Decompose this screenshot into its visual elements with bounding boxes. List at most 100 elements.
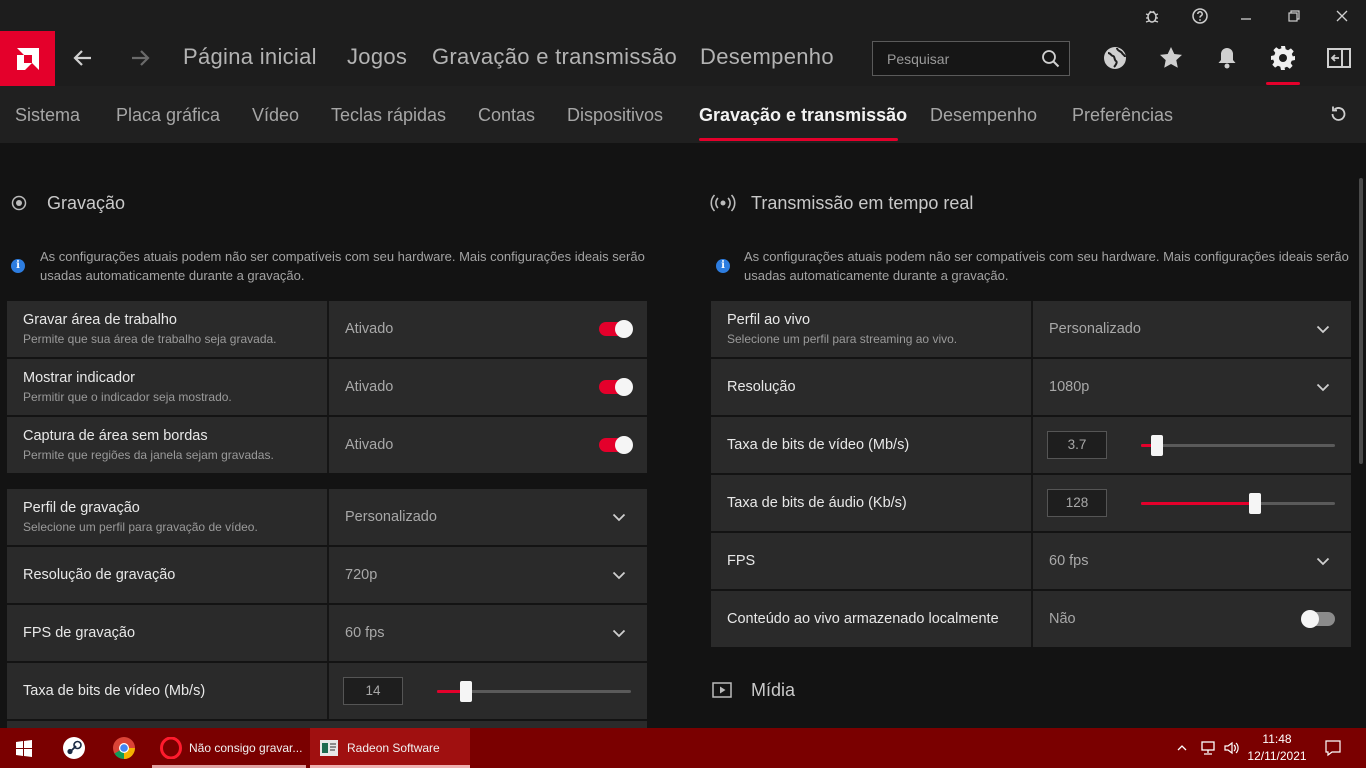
nav-home[interactable]: Página inicial xyxy=(183,44,317,70)
row-divider xyxy=(1031,475,1033,531)
search-input[interactable] xyxy=(873,42,1033,75)
chevron-down-icon[interactable] xyxy=(611,567,627,583)
setting-description: Permite que sua área de trabalho seja gr… xyxy=(23,332,277,346)
setting-value[interactable]: Personalizado xyxy=(1049,301,1141,357)
tab-performance[interactable]: Desempenho xyxy=(930,105,1037,126)
setting-description: Selecione um perfil para gravação de víd… xyxy=(23,520,258,534)
scrollbar[interactable] xyxy=(1359,178,1363,464)
slider-thumb[interactable] xyxy=(460,681,473,702)
volume-icon[interactable] xyxy=(1220,728,1244,768)
close-icon[interactable] xyxy=(1330,4,1354,28)
setting-label-group: Resolução xyxy=(727,359,1027,415)
row-divider xyxy=(327,489,329,545)
minimize-icon[interactable] xyxy=(1234,4,1258,28)
setting-label-group: FPS de gravação xyxy=(23,605,323,661)
tab-hotkeys[interactable]: Teclas rápidas xyxy=(331,105,446,126)
setting-label-group: Mostrar indicador Permitir que o indicado… xyxy=(23,359,323,415)
setting-label-group: Taxa de bits de áudio (Kb/s) xyxy=(727,475,1027,531)
setting-label: Gravar área de trabalho xyxy=(23,312,177,328)
opera-icon xyxy=(160,737,182,759)
nav-games[interactable]: Jogos xyxy=(347,44,407,70)
bell-icon[interactable] xyxy=(1213,44,1241,72)
settings-active-indicator xyxy=(1266,82,1300,85)
windows-start-icon[interactable] xyxy=(0,728,48,768)
taskbar-app-label: Radeon Software xyxy=(347,741,440,755)
sidebar-toggle-icon[interactable] xyxy=(1325,44,1353,72)
value-input[interactable]: 3.7 xyxy=(1047,431,1107,459)
setting-row: Gravar área de trabalho Permite que sua á… xyxy=(7,301,647,357)
notifications-icon[interactable] xyxy=(1318,728,1348,768)
taskbar-app-opera[interactable]: Não consigo gravar... xyxy=(152,728,306,768)
bug-report-icon[interactable] xyxy=(1140,4,1164,28)
settings-tabs: Sistema Placa gráfica Vídeo Teclas rápid… xyxy=(0,86,1366,143)
row-divider xyxy=(327,417,329,473)
tab-preferences[interactable]: Preferências xyxy=(1072,105,1173,126)
back-arrow-icon[interactable] xyxy=(70,45,96,71)
chevron-down-icon[interactable] xyxy=(1315,321,1331,337)
row-divider xyxy=(327,663,329,719)
setting-row: Perfil ao vivo Selecione um perfil para s… xyxy=(711,301,1351,357)
radeon-software-window: Página inicial Jogos Gravação e transmis… xyxy=(0,0,1366,768)
gear-icon[interactable] xyxy=(1269,44,1297,72)
star-icon[interactable] xyxy=(1157,44,1185,72)
bitrate-slider[interactable] xyxy=(1141,493,1335,514)
toggle-switch[interactable] xyxy=(599,320,633,338)
setting-value[interactable]: 60 fps xyxy=(1049,533,1089,589)
setting-value[interactable]: 1080p xyxy=(1049,359,1089,415)
broadcast-icon xyxy=(710,194,736,212)
toggle-switch[interactable] xyxy=(599,436,633,454)
tab-system[interactable]: Sistema xyxy=(15,105,80,126)
slider-thumb[interactable] xyxy=(1150,435,1163,456)
chevron-down-icon[interactable] xyxy=(1315,553,1331,569)
value-input[interactable]: 14 xyxy=(343,677,403,705)
nav-performance[interactable]: Desempenho xyxy=(700,44,834,70)
tab-graphics[interactable]: Placa gráfica xyxy=(116,105,220,126)
nav-record-stream[interactable]: Gravação e transmissão xyxy=(432,44,677,70)
chevron-down-icon[interactable] xyxy=(611,509,627,525)
chevron-down-icon[interactable] xyxy=(1315,379,1331,395)
bitrate-slider[interactable] xyxy=(1141,435,1335,456)
amd-logo-icon[interactable] xyxy=(0,31,55,86)
chevron-down-icon[interactable] xyxy=(611,625,627,641)
setting-value[interactable]: 720p xyxy=(345,547,377,603)
setting-row xyxy=(7,721,647,728)
tab-accounts[interactable]: Contas xyxy=(478,105,535,126)
search-icon[interactable] xyxy=(1041,49,1061,69)
setting-description: Permite que regiões da janela sejam grav… xyxy=(23,448,274,462)
globe-icon[interactable] xyxy=(1101,44,1129,72)
tab-video[interactable]: Vídeo xyxy=(252,105,299,126)
setting-row: FPS de gravação 60 fps xyxy=(7,605,647,661)
tab-devices[interactable]: Dispositivos xyxy=(567,105,663,126)
reset-icon[interactable] xyxy=(1328,105,1348,125)
chrome-icon[interactable] xyxy=(102,728,146,768)
setting-value: Não xyxy=(1049,611,1076,627)
bitrate-slider[interactable] xyxy=(437,681,631,702)
setting-row: Taxa de bits de áudio (Kb/s) 128 xyxy=(711,475,1351,531)
row-divider xyxy=(327,605,329,661)
search-box xyxy=(872,41,1070,76)
clock[interactable]: 11:48 12/11/2021 xyxy=(1242,731,1312,765)
chevron-up-icon[interactable] xyxy=(1172,728,1192,768)
setting-label-group: Taxa de bits de vídeo (Mb/s) xyxy=(727,417,1027,473)
help-icon[interactable] xyxy=(1188,4,1212,28)
slider-thumb[interactable] xyxy=(1249,493,1262,514)
setting-label: Conteúdo ao vivo armazenado localmente xyxy=(727,611,999,627)
taskbar-app-radeon[interactable]: Radeon Software xyxy=(310,728,470,768)
restore-icon[interactable] xyxy=(1282,4,1306,28)
toggle-switch[interactable] xyxy=(599,378,633,396)
steam-icon[interactable] xyxy=(52,728,96,768)
toggle-switch[interactable] xyxy=(1301,610,1335,628)
network-icon[interactable] xyxy=(1196,728,1220,768)
row-divider xyxy=(327,359,329,415)
setting-value[interactable]: Personalizado xyxy=(345,489,437,545)
setting-row: Mostrar indicador Permitir que o indicado… xyxy=(7,359,647,415)
value-input[interactable]: 128 xyxy=(1047,489,1107,517)
tab-record-stream[interactable]: Gravação e transmissão xyxy=(699,105,907,126)
setting-description: Selecione um perfil para streaming ao vi… xyxy=(727,332,958,346)
streaming-section-title: Transmissão em tempo real xyxy=(751,193,974,213)
setting-value[interactable]: 60 fps xyxy=(345,605,385,661)
setting-label: Resolução de gravação xyxy=(23,567,176,583)
media-section-title: Mídia xyxy=(751,680,796,700)
forward-arrow-icon[interactable] xyxy=(127,45,153,71)
top-navigation: Página inicial Jogos Gravação e transmis… xyxy=(0,31,1366,86)
